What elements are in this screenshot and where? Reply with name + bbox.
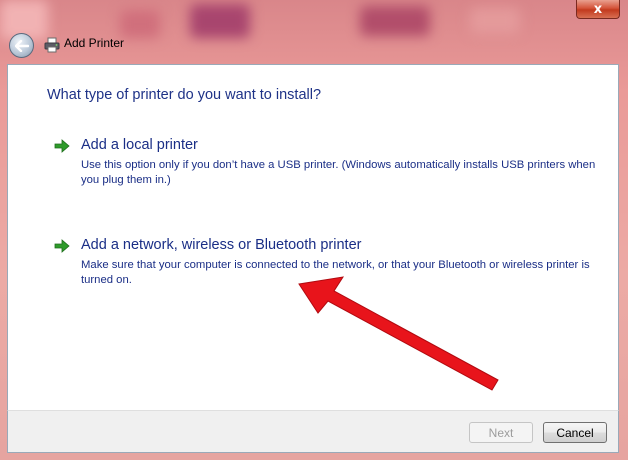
close-icon: x	[593, 1, 603, 17]
background-blur	[360, 6, 430, 36]
wizard-content: What type of printer do you want to inst…	[7, 64, 619, 411]
background-blur	[120, 10, 160, 38]
background-blur	[190, 4, 250, 38]
option-title[interactable]: Add a network, wireless or Bluetooth pri…	[81, 237, 361, 253]
add-printer-window: x Add Printer What type of printer do yo…	[0, 0, 628, 460]
printer-icon	[44, 37, 60, 53]
next-button[interactable]: Next	[469, 422, 533, 443]
cancel-button[interactable]: Cancel	[543, 422, 607, 443]
option-description: Make sure that your computer is connecte…	[81, 259, 590, 286]
close-button[interactable]: x	[576, 0, 620, 19]
background-blur	[470, 8, 520, 34]
wizard-footer: Next Cancel	[7, 410, 619, 453]
page-heading: What type of printer do you want to inst…	[47, 87, 322, 103]
back-arrow-icon	[14, 39, 29, 52]
green-arrow-icon	[54, 239, 70, 253]
window-title: Add Printer	[64, 36, 125, 50]
option-description: Use this option only if you don’t have a…	[81, 159, 596, 186]
green-arrow-icon	[54, 139, 70, 153]
option-title[interactable]: Add a local printer	[81, 137, 198, 153]
back-button[interactable]	[9, 33, 34, 58]
